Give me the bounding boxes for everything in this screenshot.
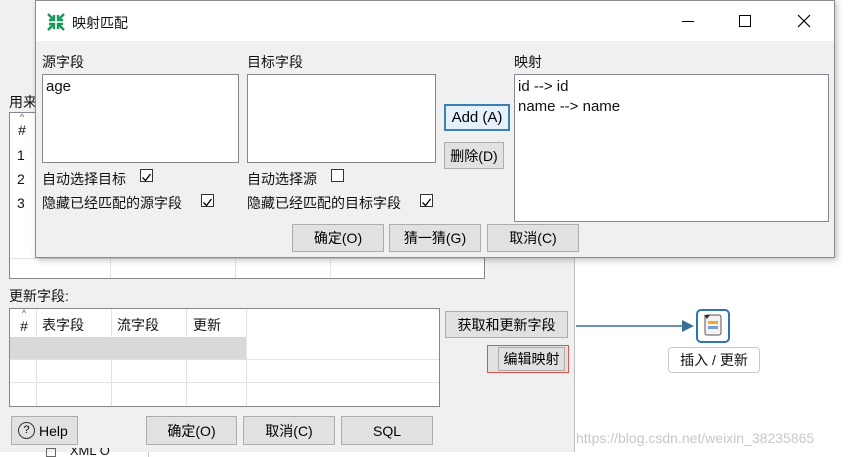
source-field-list[interactable]: age — [42, 74, 239, 163]
maximize-icon[interactable] — [739, 15, 751, 27]
source-field-label: 源字段 — [42, 54, 84, 70]
close-icon[interactable] — [797, 14, 811, 28]
table-row[interactable] — [10, 337, 246, 359]
col-update: 更新 — [193, 317, 221, 333]
ok-button[interactable]: 确定(O) — [146, 416, 237, 445]
table-row-number: 3 — [17, 195, 25, 211]
auto-select-source-label: 自动选择源 — [247, 171, 317, 187]
dialog-title: 映射匹配 — [72, 15, 128, 31]
col-stream-field: 流字段 — [117, 317, 159, 333]
help-icon: ? — [18, 422, 35, 439]
help-button[interactable]: ? Help — [11, 416, 78, 445]
col-table-field: 表字段 — [42, 317, 84, 333]
step-label[interactable]: 插入 / 更新 — [668, 347, 760, 373]
add-button[interactable]: Add (A) — [444, 104, 510, 131]
dialog-cancel-button[interactable]: 取消(C) — [487, 224, 579, 252]
list-item[interactable]: age — [46, 78, 71, 95]
step-label-text: 插入 / 更新 — [680, 352, 748, 368]
title-bar[interactable]: 映射匹配 — [36, 1, 834, 41]
mapping-dialog: 映射匹配 源字段 age 目标字段 Add (A) 删除(D) 映射 id --… — [35, 0, 835, 258]
mapping-list[interactable]: id --> id name --> name — [514, 74, 829, 222]
table-row-number: 1 — [17, 147, 25, 163]
update-fields-label: 更新字段: — [9, 288, 69, 304]
hide-matched-target-label: 隐藏已经匹配的目标字段 — [247, 195, 401, 211]
target-field-list[interactable] — [247, 74, 436, 163]
auto-select-target-label: 自动选择目标 — [42, 171, 126, 187]
sql-button[interactable]: SQL — [341, 416, 433, 445]
get-update-fields-button[interactable]: 获取和更新字段 — [445, 311, 568, 338]
watermark: https://blog.csdn.net/weixin_38235865 — [576, 430, 815, 446]
target-field-label: 目标字段 — [247, 54, 303, 70]
auto-select-target-checkbox[interactable] — [140, 169, 153, 182]
hide-matched-source-checkbox[interactable] — [201, 194, 214, 207]
cancel-button[interactable]: 取消(C) — [243, 416, 335, 445]
update-table-header: ^ # 表字段 流字段 更新 — [10, 308, 439, 406]
hide-matched-source-label: 隐藏已经匹配的源字段 — [42, 195, 182, 211]
auto-select-source-checkbox[interactable] — [331, 169, 344, 182]
mapping-icon — [47, 13, 65, 31]
col-hash: ^ # — [20, 308, 28, 335]
upper-section-label: 用来 — [9, 94, 37, 110]
delete-button[interactable]: 删除(D) — [444, 142, 504, 169]
list-item[interactable]: id --> id — [518, 78, 568, 95]
list-item[interactable]: name --> name — [518, 98, 620, 115]
table-row-number: 2 — [17, 171, 25, 187]
xml-output-icon — [46, 448, 56, 457]
update-fields-table[interactable]: ^ # 表字段 流字段 更新 — [9, 308, 440, 407]
edit-mapping-button[interactable]: 编辑映射 — [487, 345, 569, 373]
mapping-label: 映射 — [514, 54, 542, 70]
bottom-tree-item: XML O — [46, 448, 136, 457]
insert-update-step-icon[interactable] — [696, 309, 730, 343]
hide-matched-target-checkbox[interactable] — [420, 194, 433, 207]
guess-button[interactable]: 猜一猜(G) — [389, 224, 481, 252]
dialog-ok-button[interactable]: 确定(O) — [292, 224, 384, 252]
hop-arrow[interactable] — [576, 316, 696, 336]
minimize-icon[interactable] — [682, 21, 694, 22]
hash-header: ^ # — [18, 112, 26, 139]
